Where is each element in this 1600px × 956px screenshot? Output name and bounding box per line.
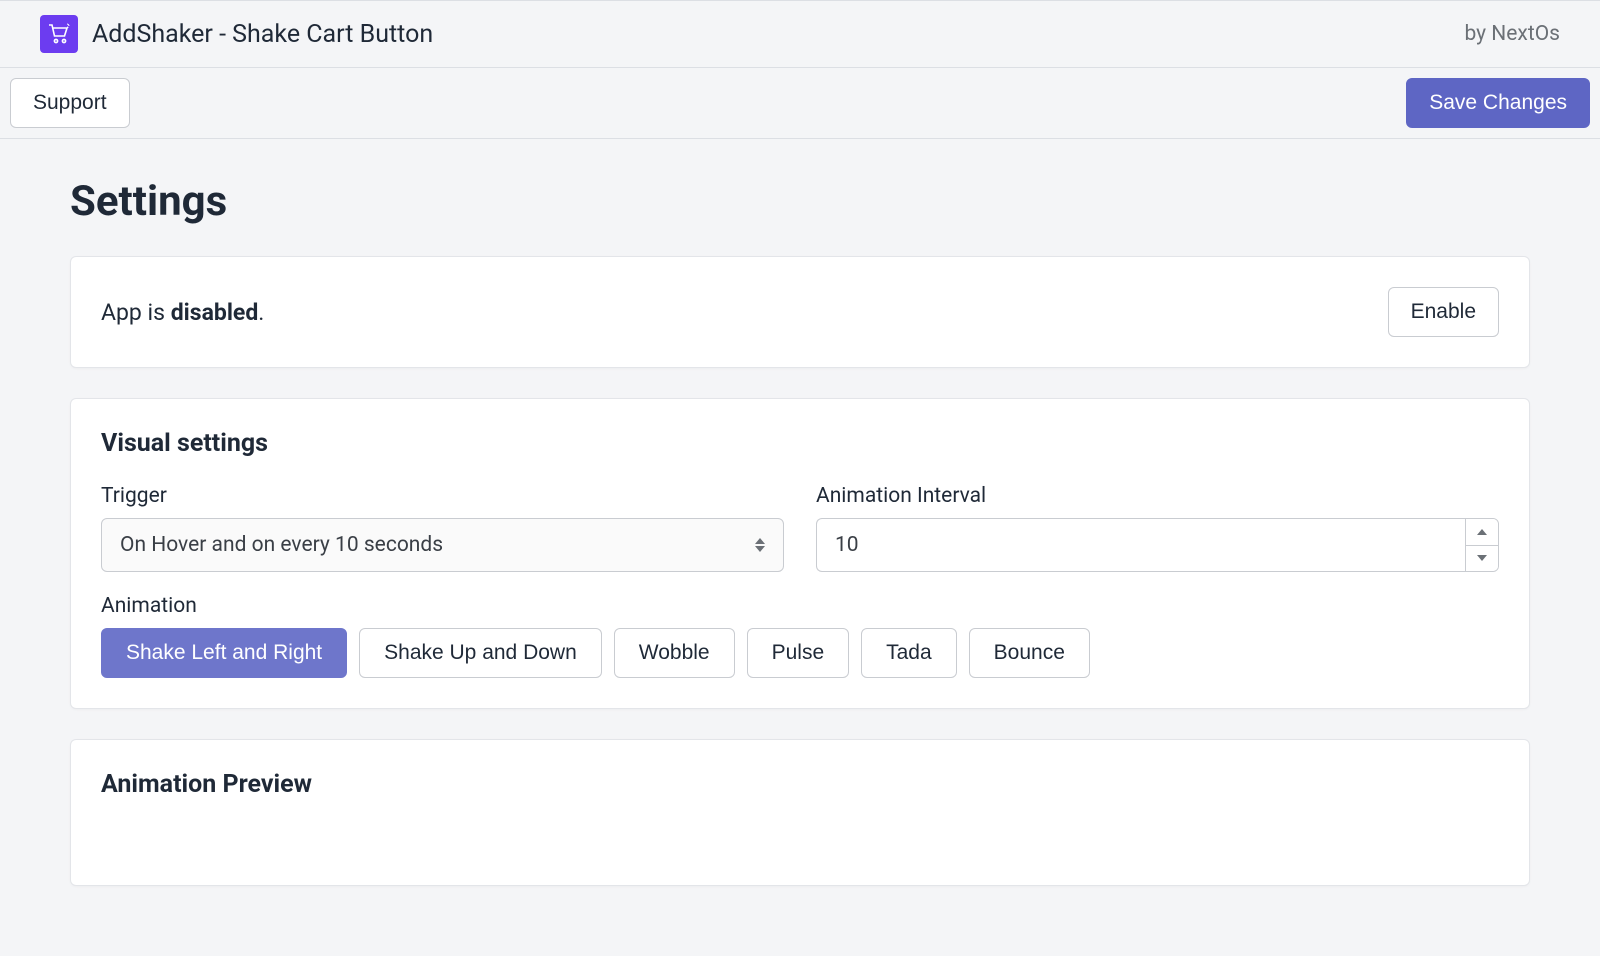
enable-button[interactable]: Enable (1388, 287, 1499, 337)
app-icon (40, 15, 78, 53)
chevron-up-icon (1477, 529, 1487, 535)
attribution: by NextOs (1464, 22, 1560, 46)
interval-label: Animation Interval (816, 484, 1499, 508)
main: Settings App is disabled. Enable Visual … (0, 139, 1600, 956)
animation-preview-card: Animation Preview (70, 739, 1530, 886)
interval-stepper (1465, 518, 1499, 572)
animation-option-0[interactable]: Shake Left and Right (101, 628, 347, 678)
support-button[interactable]: Support (10, 78, 130, 128)
app-title: AddShaker - Shake Cart Button (92, 20, 433, 49)
toolbar: Support Save Changes (0, 68, 1600, 139)
interval-step-down[interactable] (1466, 546, 1498, 572)
app-header: AddShaker - Shake Cart Button by NextOs (0, 0, 1600, 68)
animation-options: Shake Left and RightShake Up and DownWob… (101, 628, 1499, 678)
visual-settings-card: Visual settings Trigger On Hover and on … (70, 398, 1530, 709)
interval-step-up[interactable] (1466, 519, 1498, 546)
animation-option-4[interactable]: Tada (861, 628, 957, 678)
interval-input[interactable]: 10 (816, 518, 1465, 572)
chevron-down-icon (1477, 555, 1487, 561)
status-card: App is disabled. Enable (70, 256, 1530, 368)
interval-field: Animation Interval 10 (816, 484, 1499, 572)
animation-option-3[interactable]: Pulse (747, 628, 850, 678)
animation-preview-title: Animation Preview (101, 770, 1499, 799)
visual-settings-title: Visual settings (101, 429, 1499, 458)
trigger-field: Trigger On Hover and on every 10 seconds (101, 484, 784, 572)
animation-label: Animation (101, 594, 1499, 618)
trigger-select[interactable]: On Hover and on every 10 seconds (101, 518, 784, 572)
animation-option-5[interactable]: Bounce (969, 628, 1090, 678)
save-changes-button[interactable]: Save Changes (1406, 78, 1590, 128)
page-title: Settings (70, 177, 1530, 226)
status-suffix: . (258, 299, 264, 326)
header-left: AddShaker - Shake Cart Button (40, 15, 433, 53)
interval-value: 10 (835, 533, 859, 557)
animation-option-1[interactable]: Shake Up and Down (359, 628, 602, 678)
app-status-text: App is disabled. (101, 299, 264, 326)
cart-icon (47, 23, 71, 45)
trigger-select-value: On Hover and on every 10 seconds (120, 533, 443, 557)
animation-field: Animation Shake Left and RightShake Up a… (101, 594, 1499, 678)
trigger-label: Trigger (101, 484, 784, 508)
status-state: disabled (171, 299, 259, 326)
animation-option-2[interactable]: Wobble (614, 628, 735, 678)
status-prefix: App is (101, 299, 171, 326)
select-caret-icon (755, 538, 765, 552)
